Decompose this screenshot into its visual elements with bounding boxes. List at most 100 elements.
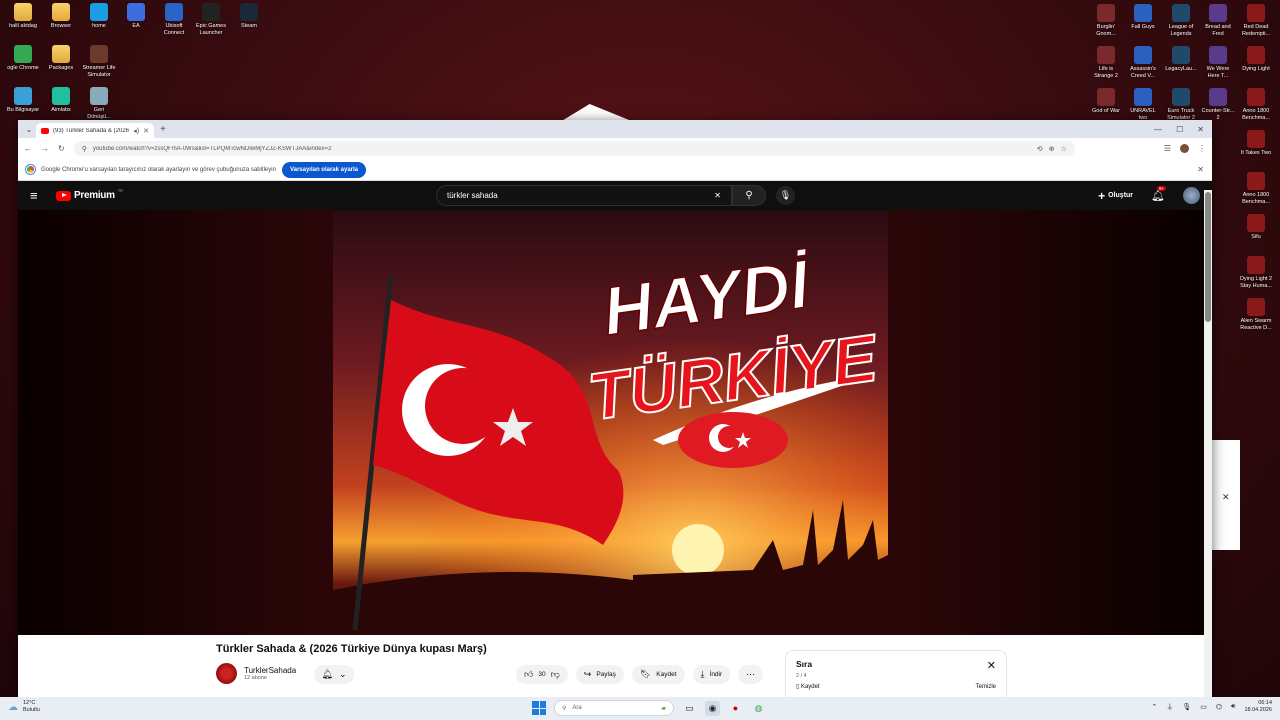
desktop-shortcut[interactable]: Counter-Str... 2 <box>1199 88 1237 121</box>
desktop-shortcut[interactable]: Epic Games Launcher <box>192 3 230 36</box>
voice-search-button[interactable]: 🎙 <box>776 186 795 205</box>
desktop-shortcut[interactable]: Aimlabs <box>42 87 80 114</box>
weather-widget[interactable]: ☁ 12°C Bulutlu <box>8 700 40 714</box>
taskbar-search[interactable]: ⚲ Ara ▰ <box>554 700 674 716</box>
site-info-icon[interactable]: ⚲ <box>82 145 87 153</box>
share-button[interactable]: ↪ Paylaş <box>575 665 624 684</box>
desktop-shortcut[interactable]: Ubisoft Connect <box>155 3 193 36</box>
translate-icon[interactable]: ⟲ <box>1037 145 1043 153</box>
volume-icon[interactable]: 🔊︎ <box>1231 703 1235 711</box>
back-icon[interactable]: ← <box>24 144 32 153</box>
zoom-icon[interactable]: ⊕ <box>1049 145 1055 153</box>
desktop-shortcut[interactable]: Alien Swarm Reactive D... <box>1237 298 1275 331</box>
desktop-shortcut[interactable]: League of Legends <box>1162 4 1200 37</box>
reload-icon[interactable]: ↻ <box>58 144 65 153</box>
tab-search-icon[interactable]: ⌄ <box>22 125 36 134</box>
desktop-shortcut[interactable]: Life is Strange 2 <box>1087 46 1125 79</box>
usb-icon[interactable]: ⏚ <box>1166 702 1173 712</box>
channel-name[interactable]: TurklerSahada <box>244 666 296 675</box>
desktop-shortcut[interactable]: LegacyLau... <box>1162 46 1200 73</box>
page-scrollbar[interactable] <box>1204 190 1212 700</box>
video-player[interactable]: HAYDİ TÜRKİYE <box>18 210 1204 635</box>
desktop-shortcut[interactable]: Fall Guys <box>1124 4 1162 31</box>
desktop-shortcut[interactable]: Streamer Life Simulator <box>80 45 118 78</box>
desktop-shortcut[interactable]: home <box>80 3 118 30</box>
menu-icon[interactable]: ≡ <box>30 188 48 203</box>
desktop-shortcut[interactable]: EA <box>117 3 155 30</box>
queue-save-button[interactable]: ▯ Kaydet <box>796 683 820 690</box>
set-default-button[interactable]: Varsayılan olarak ayarla <box>281 161 366 178</box>
chrome-menu-icon[interactable]: ⋮ <box>1198 144 1206 153</box>
bookmark-star-icon[interactable]: ☆ <box>1061 145 1067 153</box>
clock[interactable]: 06:14 18.04.2026 <box>1244 700 1272 714</box>
download-button[interactable]: ⤓ İndir <box>692 665 731 684</box>
task-view-icon[interactable]: ▭ <box>682 701 697 716</box>
desktop-shortcut[interactable]: We Were Here T... <box>1199 46 1237 79</box>
create-button[interactable]: + Oluştur <box>1098 189 1133 203</box>
desktop-shortcut[interactable]: UNRAVEL two <box>1124 88 1162 121</box>
save-button[interactable]: 🔖︎ Kaydet <box>631 665 685 684</box>
desktop-shortcut[interactable]: Red Dead Redempti... <box>1237 4 1275 37</box>
rockstar-taskbar-icon[interactable]: ● <box>728 701 743 716</box>
desktop-shortcut[interactable]: Steam <box>230 3 268 30</box>
queue-clear-button[interactable]: Temizle <box>976 684 996 690</box>
subscription-bell-button[interactable]: 🔔︎ ⌄ <box>314 665 354 684</box>
desktop-shortcut[interactable]: Assassin's Creed V... <box>1124 46 1162 79</box>
game-shortcut-icon <box>1172 46 1190 64</box>
like-count[interactable]: 30 <box>538 671 545 678</box>
desktop-shortcut[interactable]: Euro Truck Simulator 2 <box>1162 88 1200 121</box>
close-window-icon[interactable]: ✕ <box>1197 125 1204 134</box>
desktop-shortcut[interactable]: Dying Light 2 Stay Huma... <box>1237 256 1275 289</box>
desktop-shortcut[interactable]: God of War <box>1087 88 1125 115</box>
start-button[interactable] <box>532 701 546 715</box>
video-frame[interactable]: HAYDİ TÜRKİYE <box>333 210 888 635</box>
desktop-shortcut[interactable]: Sifu <box>1237 214 1275 241</box>
game-shortcut-icon <box>1247 130 1265 148</box>
account-avatar[interactable] <box>1183 187 1200 204</box>
search-input[interactable]: türkler sahada ✕ <box>436 185 732 206</box>
search-bar: türkler sahada ✕ ⚲ <box>436 185 766 206</box>
desktop-shortcut[interactable]: Packages <box>42 45 80 72</box>
desktop-shortcut[interactable]: Burglin' Gnom... <box>1087 4 1125 37</box>
desktop-shortcut[interactable]: ogle Chrome <box>4 45 42 72</box>
forward-icon[interactable]: → <box>41 144 49 153</box>
dislike-icon[interactable]: 👎︎ <box>551 669 560 680</box>
chrome-taskbar-icon[interactable]: ◍ <box>751 701 766 716</box>
infobar-message: Google Chrome'u varsayılan tarayıcınız o… <box>41 166 276 173</box>
speaker-icon[interactable]: ◂) <box>133 127 139 135</box>
desktop-shortcut[interactable]: Browser <box>42 3 80 30</box>
chevron-up-icon[interactable]: ⌃ <box>1152 703 1158 711</box>
tab-youtube[interactable]: (93) Türkler Sahada & (2026 ◂) ✕ <box>36 123 154 138</box>
profile-avatar[interactable] <box>1180 144 1189 153</box>
desktop-shortcut[interactable]: halil aktdag <box>4 3 42 30</box>
like-icon[interactable]: 👍︎ <box>524 669 533 680</box>
more-actions-button[interactable]: ⋯ <box>738 665 764 684</box>
maximize-icon[interactable]: ☐ <box>1176 125 1183 134</box>
queue-close-icon[interactable]: ✕ <box>987 659 996 672</box>
minimize-icon[interactable]: — <box>1154 125 1162 134</box>
display-icon[interactable]: ▭ <box>1200 703 1207 711</box>
notifications-button[interactable]: 🔔︎ 9+ <box>1151 186 1167 202</box>
youtube-premium-logo[interactable]: Premium TR <box>56 188 123 201</box>
desktop-shortcut[interactable]: Anno 1800 Benchma... <box>1237 172 1275 205</box>
desktop-shortcut[interactable]: Bread and Fred <box>1199 4 1237 37</box>
omnibox[interactable]: ⚲ youtube.com/watch?v=zssQFmA-0Ws&list=T… <box>73 141 1075 156</box>
steam-taskbar-icon[interactable]: ◉ <box>705 700 720 716</box>
tab-close-icon[interactable]: ✕ <box>143 127 149 135</box>
mic-icon[interactable]: 🎙︎ <box>1182 703 1191 711</box>
scrollbar-thumb[interactable] <box>1205 192 1211 322</box>
search-button[interactable]: ⚲ <box>732 185 766 206</box>
channel-avatar[interactable] <box>216 663 237 684</box>
network-icon[interactable]: ⌬ <box>1216 703 1222 711</box>
desktop-shortcut[interactable]: Geri Dönüşü... <box>80 87 118 120</box>
desktop-shortcut[interactable]: Anno 1800 Benchma... <box>1237 88 1275 121</box>
tab-search-list-icon[interactable]: ☰ <box>1164 144 1171 153</box>
clear-search-icon[interactable]: ✕ <box>714 191 721 200</box>
desktop-shortcut[interactable]: It Takes Two <box>1237 130 1275 157</box>
url-text[interactable]: youtube.com/watch?v=zssQFmA-0Ws&list=TLP… <box>93 146 1031 152</box>
close-icon[interactable]: ✕ <box>1222 492 1230 503</box>
desktop-shortcut[interactable]: Dying Light <box>1237 46 1275 73</box>
desktop-shortcut[interactable]: Bu Bilgisayar <box>4 87 42 114</box>
new-tab-button[interactable]: + <box>160 124 166 135</box>
infobar-close-icon[interactable]: ✕ <box>1197 165 1204 174</box>
